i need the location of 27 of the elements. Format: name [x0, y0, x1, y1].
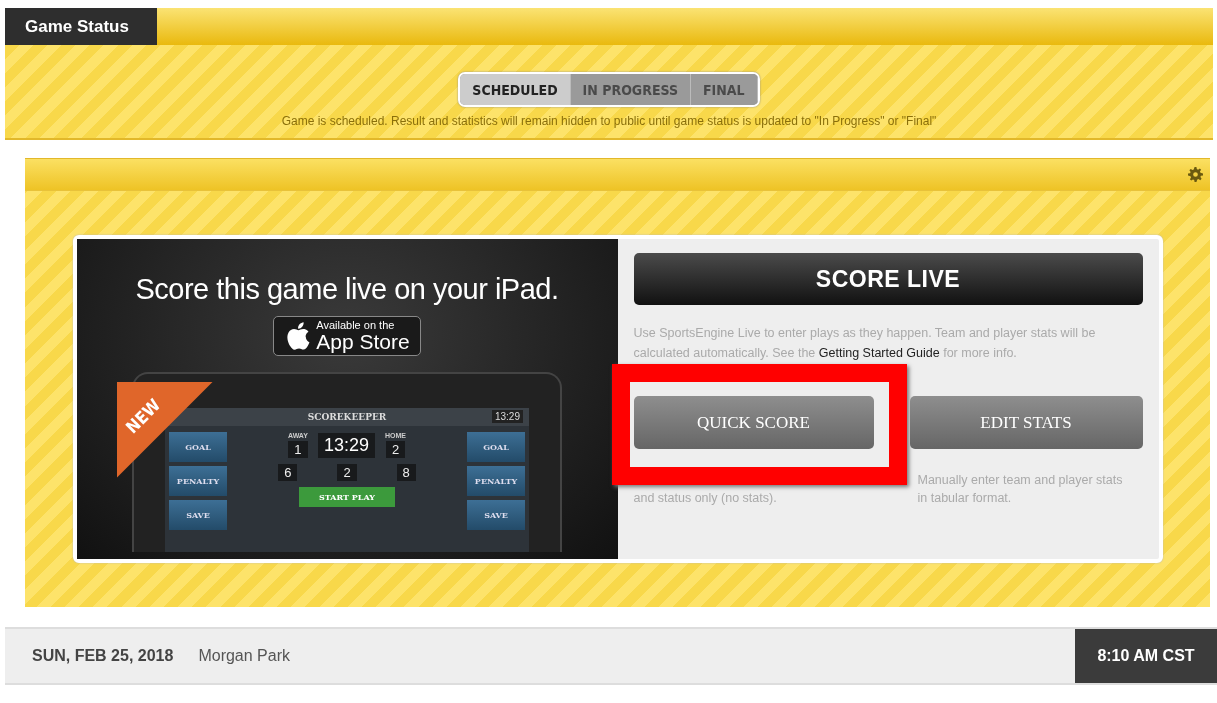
option-button[interactable]: QUICK SCORE — [633, 396, 874, 449]
option-button[interactable]: EDIT STATS — [909, 396, 1143, 449]
count-display: 6 — [278, 464, 298, 481]
section-title: Game Status — [5, 8, 157, 45]
app-store-badge[interactable]: Available on the App Store — [273, 316, 421, 356]
clock-display: 13:29 — [491, 410, 523, 423]
badge-caption: Available on the — [316, 320, 396, 331]
settings-icon[interactable] — [1188, 167, 1203, 182]
option-description: Manually enter team and player stats in tabular format. — [917, 472, 1124, 507]
count-display: 2 — [337, 464, 357, 481]
guide-link[interactable]: Getting Started Guide — [818, 346, 940, 360]
game-date: SUN, FEB 25, 2018 — [32, 647, 174, 665]
status-tab[interactable]: SCHEDULED — [460, 74, 571, 105]
apple-icon — [286, 322, 311, 350]
score-display: 2 — [385, 441, 406, 458]
clock-display: 13:29 — [317, 433, 375, 458]
score-live-description: Use SportsEngine Live to enter plays as they happen. Team and player stats will be calculated automatically. See the Getting Started Guide for more info. — [633, 325, 1097, 362]
score-display: 1 — [288, 441, 308, 458]
app-title: SCOREKEEPER — [307, 412, 387, 422]
count-display: 8 — [396, 464, 416, 481]
option-description: and status only (no stats). — [633, 490, 778, 507]
status-note: Game is scheduled. Result and statistics will remain hidden to public until game status is updated to "In Progress" or "Final" — [281, 114, 937, 128]
score-live-button[interactable]: SCORE LIVE — [633, 253, 1143, 305]
game-time: 8:10 AM CST — [1075, 629, 1217, 683]
badge-title: App Store — [316, 331, 410, 352]
game-location: Morgan Park — [198, 647, 290, 665]
promo-headline: Score this game live on your iPad. — [135, 273, 559, 306]
